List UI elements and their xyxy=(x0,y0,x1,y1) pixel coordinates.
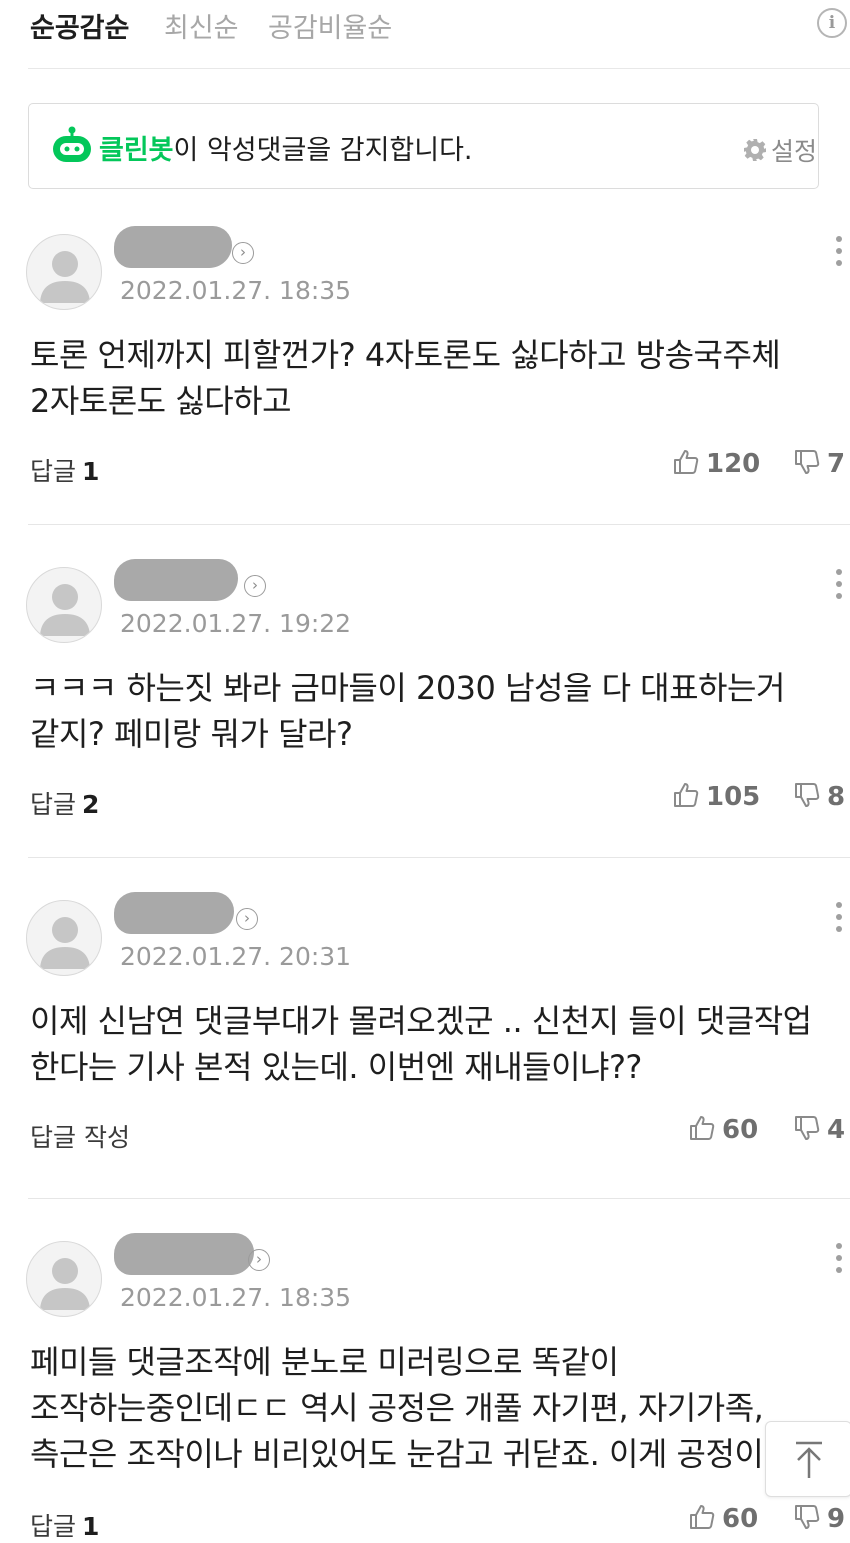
reply-label: 답글 작성 xyxy=(30,1123,130,1152)
comment-timestamp: 2022.01.27. 19:22 xyxy=(120,609,352,638)
chevron-right-icon[interactable]: › xyxy=(232,242,254,264)
thumbs-down-icon xyxy=(795,783,820,807)
chevron-right-icon[interactable]: › xyxy=(244,575,266,597)
dislike-count: 7 xyxy=(827,449,846,479)
sort-tab-popular[interactable]: 순공감순 xyxy=(30,6,129,45)
default-avatar-icon xyxy=(40,251,90,303)
reply-button[interactable]: 답글 작성 xyxy=(30,1118,136,1154)
comment-timestamp: 2022.01.27. 18:35 xyxy=(120,1283,352,1312)
avatar[interactable] xyxy=(26,234,102,310)
reply-button[interactable]: 답글 1 xyxy=(30,452,99,488)
dislike-button[interactable]: 7 xyxy=(793,448,845,479)
arrow-up-icon xyxy=(796,1441,822,1478)
comment-timestamp: 2022.01.27. 20:31 xyxy=(120,942,352,971)
comment-text: 이제 신남연 댓글부대가 몰려오겠군 .. 신천지 들이 댓글작업 한다는 기사… xyxy=(30,1002,812,1086)
like-button[interactable]: 60 xyxy=(688,1114,758,1145)
comment-text: ㅋㅋㅋ 하는짓 봐라 금마들이 2030 남성을 다 대표하는거 같지? 페미랑… xyxy=(30,669,785,753)
cleanbot-settings-button[interactable]: 설정 xyxy=(743,132,817,168)
reply-count: 1 xyxy=(82,457,100,486)
thumbs-up-icon xyxy=(674,783,699,807)
comment-timestamp: 2022.01.27. 18:35 xyxy=(120,276,352,305)
nickname-redacted[interactable] xyxy=(114,892,234,934)
like-button[interactable]: 105 xyxy=(672,781,760,812)
chevron-right-icon[interactable]: › xyxy=(248,1249,270,1271)
divider xyxy=(28,68,850,69)
sort-bar: 순공감순 최신순 공감비율순 i xyxy=(0,0,850,48)
cleanbot-message: 클린봇이 악성댓글을 감지합니다. xyxy=(99,128,473,167)
more-vertical-icon[interactable] xyxy=(830,1243,848,1283)
info-icon[interactable]: i xyxy=(817,8,847,38)
more-vertical-icon[interactable] xyxy=(830,236,848,276)
dislike-button[interactable]: 9 xyxy=(793,1503,845,1534)
dislike-count: 9 xyxy=(827,1504,846,1534)
reply-count: 2 xyxy=(82,790,100,819)
reply-label: 답글 xyxy=(30,790,77,819)
cleanbot-name: 클린봇 xyxy=(99,135,174,166)
like-button[interactable]: 120 xyxy=(672,448,760,479)
like-count: 120 xyxy=(706,449,761,479)
like-count: 60 xyxy=(722,1115,759,1145)
nickname-redacted[interactable] xyxy=(114,559,238,601)
cleanbot-settings-label: 설정 xyxy=(771,137,818,166)
divider xyxy=(28,524,850,525)
dislike-count: 8 xyxy=(827,782,846,812)
thumbs-down-icon xyxy=(795,1116,820,1140)
gear-icon xyxy=(744,139,766,161)
divider xyxy=(28,857,850,858)
avatar[interactable] xyxy=(26,567,102,643)
like-count: 60 xyxy=(722,1504,759,1534)
sort-tab-latest[interactable]: 최신순 xyxy=(164,6,239,45)
nickname-redacted[interactable] xyxy=(114,1233,254,1275)
comment-text: 토론 언제까지 피할껀가? 4자토론도 싫다하고 방송국주체 2자토론도 싫다하… xyxy=(30,336,781,420)
thumbs-up-icon xyxy=(674,450,699,474)
cleanbot-message-text: 이 악성댓글을 감지합니다. xyxy=(173,135,473,166)
cleanbot-banner: 클린봇이 악성댓글을 감지합니다. 설정 xyxy=(28,103,819,189)
avatar[interactable] xyxy=(26,1241,102,1317)
default-avatar-icon xyxy=(40,584,90,636)
dislike-button[interactable]: 8 xyxy=(793,781,845,812)
reply-button[interactable]: 답글 2 xyxy=(30,785,99,821)
scroll-to-top-button[interactable] xyxy=(765,1421,850,1497)
divider xyxy=(28,1198,850,1199)
more-vertical-icon[interactable] xyxy=(830,902,848,942)
comment-text: 페미들 댓글조작에 분노로 미러링으로 똑같이 조작하는중인데ㄷㄷ 역시 공정은… xyxy=(30,1343,793,1473)
default-avatar-icon xyxy=(40,1258,90,1310)
more-vertical-icon[interactable] xyxy=(830,569,848,609)
reply-button[interactable]: 답글 1 xyxy=(30,1507,99,1543)
thumbs-up-icon xyxy=(690,1116,715,1140)
cleanbot-robot-icon xyxy=(53,126,91,162)
dislike-button[interactable]: 4 xyxy=(793,1114,845,1145)
reply-label: 답글 xyxy=(30,457,77,486)
dislike-count: 4 xyxy=(827,1115,846,1145)
sort-tab-ratio[interactable]: 공감비율순 xyxy=(268,6,392,45)
thumbs-down-icon xyxy=(795,450,820,474)
default-avatar-icon xyxy=(40,917,90,969)
avatar[interactable] xyxy=(26,900,102,976)
like-count: 105 xyxy=(706,782,761,812)
like-button[interactable]: 60 xyxy=(688,1503,758,1534)
chevron-right-icon[interactable]: › xyxy=(236,908,258,930)
nickname-redacted[interactable] xyxy=(114,226,232,268)
